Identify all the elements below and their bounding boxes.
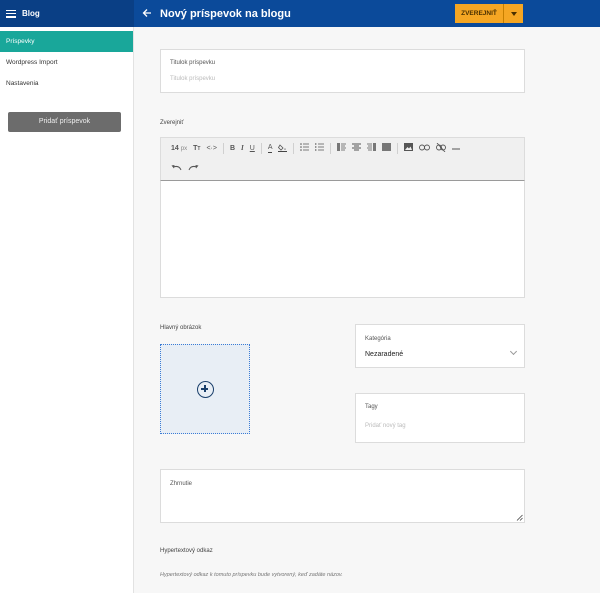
summary-textarea[interactable]: Zhrnutie xyxy=(160,469,525,523)
tags-input[interactable]: Pridať nový tag xyxy=(365,423,406,429)
align-left-icon[interactable] xyxy=(337,143,347,153)
bullet-list-icon[interactable] xyxy=(300,143,310,153)
font-size-unit: px xyxy=(180,145,188,152)
numbered-list-icon[interactable] xyxy=(315,143,325,153)
bold-icon[interactable]: B xyxy=(230,145,235,152)
publish-button[interactable]: ZVEREJNIŤ xyxy=(455,4,504,23)
add-circle-icon xyxy=(196,380,214,398)
tags-field[interactable]: Tagy Pridať nový tag xyxy=(355,393,525,443)
redo-icon[interactable] xyxy=(188,164,199,173)
code-icon[interactable]: <·> xyxy=(206,145,217,152)
publish-button-group: ZVEREJNIŤ xyxy=(455,4,523,23)
toolbar-divider xyxy=(222,142,224,154)
main-image-label: Hlavný obrázok xyxy=(160,325,202,331)
summary-label: Zhrnutie xyxy=(170,481,193,487)
sidebar: Príspevky Wordpress Import Nastavenia Pr… xyxy=(0,27,134,593)
page-title: Nový príspevok na blogu xyxy=(160,7,291,20)
align-center-icon[interactable] xyxy=(352,143,362,153)
title-field-label: Titulok príspevku xyxy=(170,60,216,66)
align-justify-icon[interactable] xyxy=(382,143,392,153)
align-right-icon[interactable] xyxy=(367,143,377,153)
toolbar-divider xyxy=(397,142,399,154)
top-bar: Blog Nový príspevok na blogu ZVEREJNIŤ xyxy=(0,0,600,27)
editor-toolbar: 14 px TT <·> B I U A xyxy=(160,137,525,180)
caret-down-icon xyxy=(510,11,517,16)
menu-icon[interactable] xyxy=(6,9,16,18)
toolbar-divider xyxy=(260,142,262,154)
italic-icon[interactable]: I xyxy=(241,144,244,152)
app-title: Blog xyxy=(22,9,40,18)
publish-section-label: Zverejniť xyxy=(160,120,184,126)
text-size-icon[interactable]: TT xyxy=(193,145,200,152)
title-field[interactable]: Titulok príspevku Titulok príspevku xyxy=(160,49,525,93)
sidebar-item-wordpress-import[interactable]: Wordpress Import xyxy=(0,52,133,73)
sidebar-item-settings[interactable]: Nastavenia xyxy=(0,73,133,94)
font-size-value: 14 xyxy=(171,144,179,152)
app-header: Blog xyxy=(0,0,134,27)
underline-icon[interactable]: U xyxy=(250,145,255,152)
undo-icon[interactable] xyxy=(171,164,182,173)
category-value: Nezaradené xyxy=(365,351,404,358)
category-select[interactable]: Kategória Nezaradené xyxy=(355,324,525,368)
font-size-select[interactable]: 14 px xyxy=(171,145,187,152)
chevron-down-icon xyxy=(509,347,518,356)
link-icon[interactable] xyxy=(419,144,431,153)
font-color-icon[interactable]: A xyxy=(267,144,273,153)
sidebar-item-posts[interactable]: Príspevky xyxy=(0,31,133,52)
fill-color-icon[interactable] xyxy=(278,143,288,154)
add-post-button[interactable]: Pridať príspevok xyxy=(8,112,121,132)
toolbar-divider xyxy=(293,142,295,154)
rich-text-editor[interactable] xyxy=(160,180,525,298)
toolbar-divider xyxy=(330,142,332,154)
image-upload-area[interactable] xyxy=(160,344,250,434)
image-icon[interactable] xyxy=(404,143,414,153)
horizontal-rule-icon[interactable] xyxy=(452,145,461,152)
tags-label: Tagy xyxy=(365,404,378,410)
main-content: Titulok príspevku Titulok príspevku Zver… xyxy=(134,27,600,593)
hyperlink-label: Hypertextový odkaz xyxy=(160,548,213,554)
category-label: Kategória xyxy=(365,336,391,342)
title-input[interactable]: Titulok príspevku xyxy=(170,76,215,82)
publish-dropdown-button[interactable] xyxy=(504,4,523,23)
back-arrow-icon[interactable] xyxy=(142,7,154,21)
resize-handle-icon[interactable] xyxy=(516,514,523,521)
unlink-icon[interactable] xyxy=(436,142,447,154)
hyperlink-hint: Hypertextový odkaz k tomuto príspevku bu… xyxy=(160,572,343,578)
